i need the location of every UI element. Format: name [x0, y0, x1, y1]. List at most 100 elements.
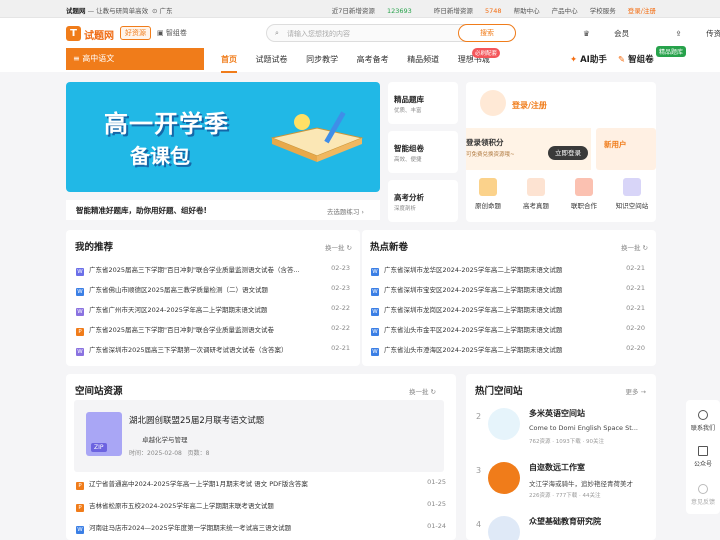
doc-icon: W	[371, 328, 379, 336]
featured-resource[interactable]: ZIP 湖北圆创联盟25届2月联考语文试题 卓越化学与管理 时间：2025-02…	[74, 400, 444, 472]
good-resource-tag[interactable]: 好资源	[120, 26, 151, 40]
new-user-label: 新用户	[604, 140, 627, 149]
list-item[interactable]: W 广东省汕头市金平区2024-2025学年高二上学期期末语文试题 02-20	[371, 324, 645, 336]
hot-title: 热点新卷	[370, 242, 409, 253]
station-meta: 762资源 · 1093下载 · 90关注	[529, 439, 604, 445]
station-rank: 3	[476, 466, 482, 475]
quick-space[interactable]: 知识空间站	[610, 178, 654, 210]
new-7d-label: 近7日新增资源	[331, 7, 375, 15]
login-now-button[interactable]: 立即登录	[548, 146, 588, 160]
list-item[interactable]: W 广东省汕头市澄海区2024-2025学年高二上学期期末语文试题 02-20	[371, 344, 645, 356]
list-item[interactable]: P 广东省2025届高三下学期"百日冲刺"联合学业质量监测语文试卷 02-22	[76, 324, 350, 336]
list-item[interactable]: W 河南驻马店市2024—2025学年度第一学期期末统一考试高三语文试题 01-24	[76, 522, 446, 534]
mini-card-compose[interactable]: 智能组卷 高效、便捷	[388, 131, 458, 173]
floating-sidebar: 联系我们 公众号 意见反馈	[686, 400, 720, 514]
list-item[interactable]: P 辽宁省普通高中2024-2025学年高一上学期1月期末考试 语文 PDF版含答…	[76, 478, 446, 490]
doc-icon: W	[371, 288, 379, 296]
mini-sub: 优质、丰富	[394, 108, 422, 114]
search-icon: ⌕	[275, 29, 279, 37]
list-item[interactable]: W 广东省深圳市2025届高三下学期第一次调研考试语文试卷（含答案） 02-21	[76, 344, 350, 356]
header: T 试题网 好资源 ▣ 智组卷 ⌕ 请输入您想找的内容 搜索 ♛ 会员 ⇪ 传资…	[0, 18, 720, 72]
new-yesterday-label: 昨日新增资源	[433, 7, 473, 15]
logo-text[interactable]: 试题网	[84, 27, 114, 42]
doc-icon: W	[76, 308, 84, 316]
top-link-help[interactable]: 帮助中心	[514, 7, 540, 15]
new-yesterday-value: 5748	[484, 7, 502, 15]
nav-sync[interactable]: 同步教学	[306, 55, 338, 64]
location-selector[interactable]: ⊙ 广东	[152, 5, 173, 15]
contact-button[interactable]: 联系我们	[686, 410, 720, 432]
hero-banner[interactable]: 高一开学季 备课包	[66, 82, 380, 192]
station-rank: 4	[476, 520, 482, 529]
location-label: 广东	[159, 7, 173, 15]
list-item[interactable]: W 广东省深圳市龙岗区2024-2025学年高二上学期期末语文试题 02-21	[371, 304, 645, 316]
new-user-promo[interactable]: 新用户	[596, 128, 656, 170]
search-button[interactable]: 搜索	[458, 24, 516, 42]
hot-refresh[interactable]: 换一批 ↻	[621, 242, 648, 252]
nav-premium[interactable]: 精品频道	[407, 55, 439, 64]
upload-icon: ⇪	[675, 29, 682, 38]
logo-icon[interactable]: T	[66, 26, 81, 41]
space-icon	[623, 178, 641, 196]
recommend-title: 我的推荐	[75, 242, 114, 253]
quick-original[interactable]: 原创命题	[466, 178, 510, 210]
station-meta: 226资源 · 777下载 · 44关注	[529, 493, 601, 499]
nav-home[interactable]: 首页	[221, 55, 237, 64]
login-card: 登录/注册 登录领积分 可免费兑换资源哦~ 立即登录 新用户 原创命题 高考真题…	[466, 82, 656, 222]
search-input[interactable]: 请输入您想找的内容	[287, 29, 350, 39]
zip-file-icon: ZIP	[86, 412, 122, 456]
list-item[interactable]: W 广东省深圳市宝安区2024-2025学年高二上学期期末语文试题 02-21	[371, 284, 645, 296]
top-link-school[interactable]: 学校服务	[590, 7, 616, 15]
mini-card-analysis[interactable]: 高考分析 深度剖析	[388, 180, 458, 222]
list-item[interactable]: W 广东省佛山市顺德区2025届高三教学质量检测（二）语文试题 02-23	[76, 284, 350, 296]
nav-badge: 必刷配套	[472, 48, 501, 58]
login-link[interactable]: 登录/注册	[512, 100, 547, 111]
banner-line1: 高一开学季	[104, 110, 229, 138]
official-account-button[interactable]: 公众号	[686, 446, 720, 468]
quick-gaokao[interactable]: 高考真题	[514, 178, 558, 210]
top-login-link[interactable]: 登录/注册	[628, 7, 656, 15]
banner-line2: 备课包	[130, 144, 190, 168]
premium-bank-badge: 精品题库	[656, 46, 687, 57]
ticker-bar: 智能精准好题库，助你用好题、组好卷! 去选题练习 ›	[66, 200, 380, 220]
subject-selector[interactable]: ≡ 高中语文	[66, 48, 204, 70]
upload-link[interactable]: ⇪ 传资料	[676, 29, 720, 38]
smart-compose-link[interactable]: ✎ 智组卷	[618, 53, 654, 65]
list-item[interactable]: W 广东省广州市天河区2024-2025学年高二上学期期末语文试题 02-22	[76, 304, 350, 316]
nav-papers[interactable]: 试题试卷	[256, 55, 288, 64]
ai-assistant-link[interactable]: ✦ AI助手	[570, 53, 607, 65]
list-item[interactable]: P 吉林省松原市五校2024-2025学年高二上学期期末联考语文试题 01-25	[76, 500, 446, 512]
space-title: 空间站资源	[75, 386, 123, 397]
location-pin-icon: ⊙	[152, 7, 158, 15]
member-link[interactable]: ♛ 会员	[583, 29, 651, 38]
nav-gaokao[interactable]: 高考备考	[357, 55, 389, 64]
doc-icon: P	[76, 504, 84, 512]
doc-icon: W	[76, 348, 84, 356]
promo-sub: 可免费兑换资源哦~	[466, 152, 515, 158]
list-item[interactable]: W 广东省深圳市龙华区2024-2025学年高二上学期期末语文试题 02-21	[371, 264, 645, 276]
ticker-link[interactable]: 去选题练习 ›	[327, 206, 364, 216]
search-box: ⌕ 请输入您想找的内容 搜索	[266, 24, 516, 42]
mini-title: 高考分析	[394, 193, 424, 202]
quick-cooperation[interactable]: 联职合作	[562, 178, 606, 210]
smart-paper-label: 智组卷	[165, 29, 187, 37]
smart-paper-tag[interactable]: ▣ 智组卷	[157, 28, 187, 38]
doc-icon: P	[76, 328, 84, 336]
station-desc: Come to Domi English Space St...	[529, 424, 638, 432]
stations-more[interactable]: 更多 →	[625, 386, 646, 396]
feedback-icon	[698, 484, 708, 494]
doc-icon: W	[76, 526, 84, 534]
mini-card-bank[interactable]: 精品题库 优质、丰富	[388, 82, 458, 124]
list-item[interactable]: W 广东省2025届高三下学期"百日冲刺"联合学业质量监测语文试卷（含答... 02…	[76, 264, 350, 276]
mini-title: 精品题库	[394, 95, 424, 104]
top-link-products[interactable]: 产品中心	[552, 7, 578, 15]
cooperation-icon	[575, 178, 593, 196]
space-refresh[interactable]: 换一批 ↻	[409, 386, 436, 396]
mini-sub: 高效、便捷	[394, 157, 422, 163]
recommend-refresh[interactable]: 换一批 ↻	[325, 242, 352, 252]
avatar	[480, 90, 506, 116]
featured-title: 湖北圆创联盟25届2月联考语文试题	[129, 416, 265, 426]
doc-icon: W	[76, 288, 84, 296]
paper-icon: ▣	[157, 29, 164, 37]
feedback-button[interactable]: 意见反馈	[686, 484, 720, 506]
